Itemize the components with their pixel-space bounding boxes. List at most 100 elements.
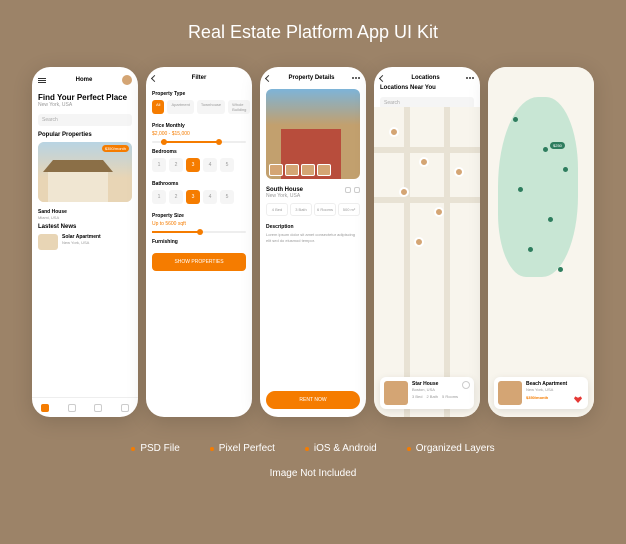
chip-apartment[interactable]: Apartment [167,100,193,114]
num-4[interactable]: 4 [203,158,217,172]
price-badge: $350/month [102,145,129,152]
features-row: PSD File Pixel Perfect iOS & Android Org… [131,443,494,454]
bullet-icon [210,447,214,451]
num-2[interactable]: 2 [169,158,183,172]
feature-item: Pixel Perfect [210,443,275,454]
num-2[interactable]: 2 [169,190,183,204]
nav-home-icon[interactable] [41,404,49,412]
map[interactable] [374,107,480,417]
avatar[interactable] [122,75,132,85]
feature-text: iOS & Android [314,443,377,454]
spec: 3 Bed [412,394,422,399]
num-3[interactable]: 3 [186,190,200,204]
thumb-4[interactable] [317,164,331,176]
slider-thumb[interactable] [197,229,203,235]
map-pin[interactable] [434,207,444,217]
spec-bath: 3 Bath [290,203,312,216]
nav-search-icon[interactable] [68,404,76,412]
heart-icon[interactable] [462,381,470,389]
header-title: Home [76,77,93,83]
thumb-1[interactable] [269,164,283,176]
spec-bed: 4 Bed [266,203,288,216]
bedroom-selector: 1 2 3 4 5 [146,155,252,175]
slider-thumb-min[interactable] [161,139,167,145]
show-properties-button[interactable]: SHOW PROPERTIES [152,253,246,271]
map[interactable]: $250 [488,67,594,417]
back-icon[interactable] [379,74,386,81]
rent-now-button[interactable]: RENT NOW [266,391,360,409]
search-input[interactable]: Search [38,114,132,126]
label-furnishing: Furnishing [146,239,252,245]
screen-map-detail: $250 Beach Apartment New York, USA $350/… [488,67,594,417]
page-title: Real Estate Platform App UI Kit [188,22,438,43]
back-icon[interactable] [265,74,272,81]
sub-header: Locations Near You [374,85,480,91]
map-pin[interactable] [454,167,464,177]
specs-row: 4 Bed 3 Bath 6 Rooms 500 m² [260,199,366,220]
map-region [498,97,578,277]
card-image [384,381,408,405]
map-dot[interactable] [548,217,553,222]
back-icon[interactable] [151,74,158,81]
spec-area: 500 m² [338,203,360,216]
map-dot[interactable] [543,147,548,152]
phones-row: Home Find Your Perfect Place New York, U… [32,67,594,417]
desc-label: Description [260,220,366,230]
screen-details: Property Details South House New York, U… [260,67,366,417]
location-text: New York, USA [32,102,138,108]
property-card[interactable]: $350/month [38,142,132,202]
screen-locations: Locations Locations Near You Search Star… [374,67,480,417]
map-dot[interactable] [518,187,523,192]
headline: Find Your Perfect Place [32,93,138,102]
section-news: Lastest News [32,224,138,230]
more-icon[interactable] [352,77,360,79]
nav-favorite-icon[interactable] [94,404,102,412]
feature-text: Pixel Perfect [219,443,275,454]
card-sub: Boston, USA [412,387,470,392]
card-location: Miami, USA [32,215,138,220]
num-5[interactable]: 5 [220,158,234,172]
num-4[interactable]: 4 [203,190,217,204]
num-5[interactable]: 5 [220,190,234,204]
map-dot[interactable] [558,267,563,272]
thumb-3[interactable] [301,164,315,176]
map-pin[interactable] [414,237,424,247]
feature-item: PSD File [131,443,179,454]
map-pin[interactable] [399,187,409,197]
map-pin[interactable] [419,157,429,167]
nav-profile-icon[interactable] [121,404,129,412]
price-pin[interactable]: $250 [550,142,565,149]
spec-rooms: 6 Rooms [314,203,336,216]
price-slider[interactable] [152,141,246,143]
num-3[interactable]: 3 [186,158,200,172]
heart-icon[interactable] [354,187,360,193]
bullet-icon [407,447,411,451]
map-dot[interactable] [513,117,518,122]
map-dot[interactable] [528,247,533,252]
screen-home: Home Find Your Perfect Place New York, U… [32,67,138,417]
thumb-2[interactable] [285,164,299,176]
chip-townhouse[interactable]: Townhouse [197,100,225,114]
chip-all[interactable]: All [152,100,164,114]
price-range: $2,000 - $15,000 [146,129,252,139]
more-icon[interactable] [466,77,474,79]
bathroom-selector: 1 2 3 4 5 [146,187,252,207]
spec: 5 Rooms [442,394,458,399]
map-pin[interactable] [389,127,399,137]
num-1[interactable]: 1 [152,190,166,204]
property-mini-card[interactable]: Star House Boston, USA 3 Bed 2 Bath 5 Ro… [380,377,474,409]
header-title: Filter [192,75,207,81]
slider-thumb-max[interactable] [216,139,222,145]
share-icon[interactable] [345,187,351,193]
num-1[interactable]: 1 [152,158,166,172]
feature-item: Organized Layers [407,443,495,454]
property-mini-card[interactable]: Beach Apartment New York, USA $350/month [494,377,588,409]
map-dot[interactable] [563,167,568,172]
size-slider[interactable] [152,231,246,233]
menu-icon[interactable] [38,78,46,83]
card-image [498,381,522,405]
news-item[interactable]: Solar Apartment New York, USA [38,234,132,250]
chip-whole[interactable]: Whole Building [228,100,250,114]
header-title: Locations [411,75,439,81]
feature-item: iOS & Android [305,443,377,454]
